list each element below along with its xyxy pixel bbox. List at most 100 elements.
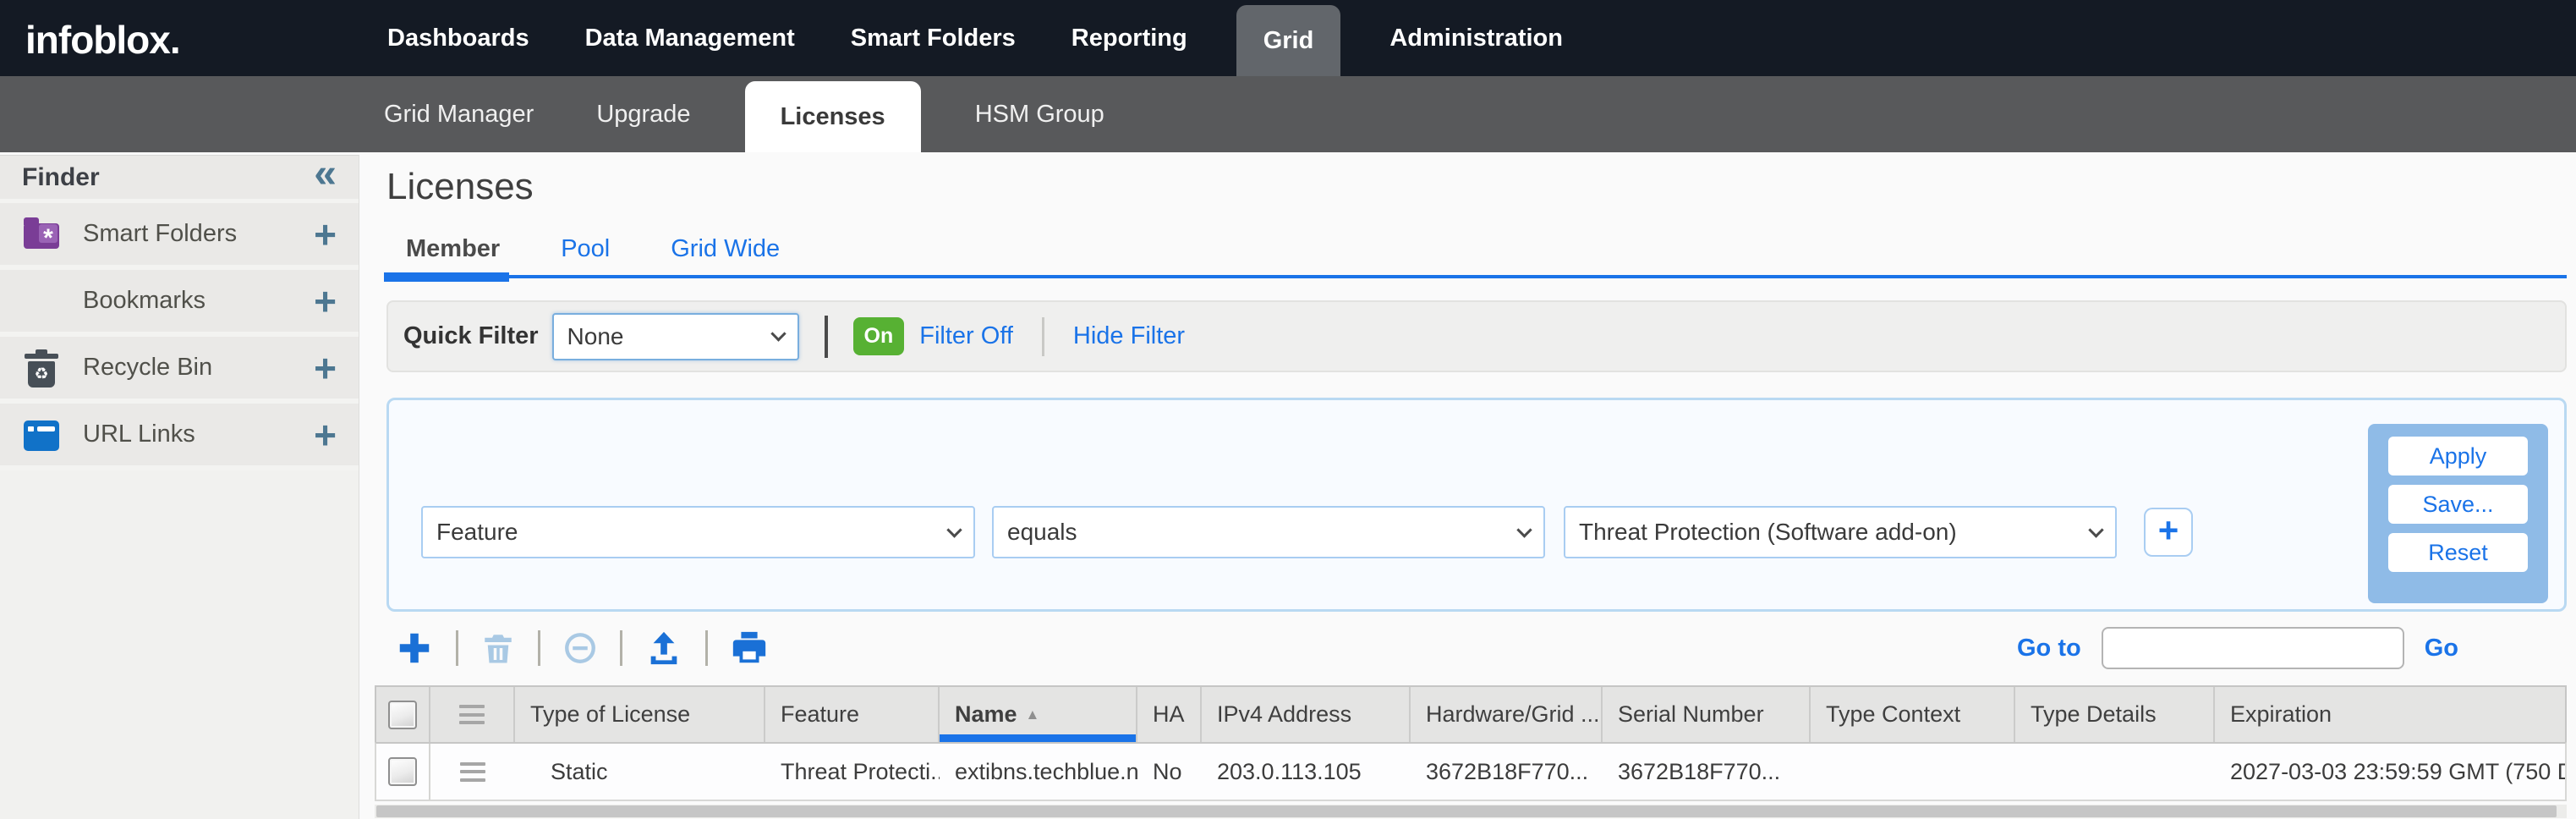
- main-content: Licenses + Member Pool Grid Wide Quick F…: [359, 152, 2576, 819]
- url-links-icon: [22, 415, 61, 454]
- cell-hardware-grid: 3672B18F770...: [1411, 744, 1603, 800]
- app-window: infoblox. Dashboards Data Management Sma…: [0, 0, 2576, 819]
- chevron-down-icon: [1516, 522, 1532, 537]
- table-menu-icon[interactable]: [459, 705, 485, 724]
- add-bookmark-button[interactable]: +: [314, 284, 337, 318]
- sidebar-item-recycle-bin[interactable]: ♻ Recycle Bin +: [0, 337, 359, 404]
- table-row[interactable]: Static Threat Protecti... extibns.techbl…: [375, 742, 2567, 801]
- tab-member[interactable]: Member: [406, 235, 500, 263]
- column-header-ha[interactable]: HA: [1137, 687, 1202, 742]
- column-header-type-of-license[interactable]: Type of License: [515, 687, 765, 742]
- column-header-name[interactable]: Name ▲: [940, 687, 1137, 742]
- smart-folders-icon: *: [22, 215, 61, 254]
- tab-grid-wide[interactable]: Grid Wide: [671, 235, 780, 263]
- quick-filter-label: Quick Filter: [403, 322, 539, 350]
- column-header-type-details[interactable]: Type Details: [2015, 687, 2215, 742]
- sidebar-item-url-links[interactable]: URL Links +: [0, 404, 359, 470]
- horizontal-scrollbar-thumb[interactable]: [376, 805, 2557, 817]
- cell-feature: Threat Protecti...: [765, 744, 940, 800]
- divider: [620, 630, 622, 666]
- finder-title: Finder: [22, 163, 100, 192]
- list-toolbar: [395, 626, 769, 670]
- sub-nav-upgrade[interactable]: Upgrade: [596, 101, 690, 129]
- row-checkbox[interactable]: [388, 757, 417, 786]
- tab-pool[interactable]: Pool: [561, 235, 610, 263]
- column-header-name-label: Name: [955, 701, 1017, 728]
- top-nav-reporting[interactable]: Reporting: [1072, 0, 1187, 76]
- add-url-link-button[interactable]: +: [314, 418, 337, 452]
- collapse-sidebar-icon[interactable]: «: [314, 157, 337, 191]
- sub-nav-items: Grid Manager Upgrade Licenses HSM Group: [384, 76, 1104, 152]
- save-button[interactable]: Save...: [2388, 485, 2528, 524]
- sub-nav-bar: Grid Manager Upgrade Licenses HSM Group: [0, 76, 2576, 152]
- filter-field-select[interactable]: Feature: [421, 506, 975, 558]
- disable-icon[interactable]: [562, 630, 598, 666]
- row-menu-cell: [430, 744, 515, 800]
- filter-operator-select[interactable]: equals: [992, 506, 1545, 558]
- quick-filter-select[interactable]: None: [552, 313, 799, 360]
- divider: [456, 630, 458, 666]
- sidebar-item-smart-folders[interactable]: * Smart Folders +: [0, 203, 359, 270]
- goto-input[interactable]: [2102, 627, 2404, 669]
- sub-nav-licenses[interactable]: Licenses: [745, 81, 921, 152]
- go-button[interactable]: Go: [2425, 635, 2458, 662]
- column-header-type-context[interactable]: Type Context: [1811, 687, 2015, 742]
- licenses-table: Type of License Feature Name ▲ HA IPv4 A…: [375, 685, 2567, 801]
- sub-nav-grid-manager[interactable]: Grid Manager: [384, 101, 534, 129]
- table-header-row: Type of License Feature Name ▲ HA IPv4 A…: [375, 685, 2567, 742]
- select-all-checkbox[interactable]: [388, 701, 417, 729]
- column-header-ipv4-address[interactable]: IPv4 Address: [1202, 687, 1411, 742]
- finder-header: Finder «: [0, 156, 359, 203]
- top-nav-bar: infoblox. Dashboards Data Management Sma…: [0, 0, 2576, 76]
- delete-icon[interactable]: [480, 630, 516, 666]
- cell-ipv4-address: 203.0.113.105: [1202, 744, 1411, 800]
- column-header-feature[interactable]: Feature: [765, 687, 940, 742]
- active-tab-indicator: [384, 272, 509, 282]
- filter-on-toggle[interactable]: On: [853, 317, 905, 355]
- column-header-hardware-grid[interactable]: Hardware/Grid ...: [1411, 687, 1603, 742]
- filter-off-link[interactable]: Filter Off: [919, 322, 1013, 350]
- hide-filter-link[interactable]: Hide Filter: [1073, 322, 1185, 350]
- cell-serial-number: 3672B18F770...: [1603, 744, 1811, 800]
- print-icon[interactable]: [730, 629, 769, 668]
- filter-builder-panel: Feature equals Threat Protection (Softwa…: [386, 398, 2567, 612]
- horizontal-scrollbar-track[interactable]: [375, 805, 2567, 818]
- sort-ascending-icon: ▲: [1026, 706, 1040, 723]
- add-recycle-bin-button[interactable]: +: [314, 351, 337, 385]
- quick-filter-bar: Quick Filter None On Filter Off Hide Fil…: [386, 300, 2567, 372]
- top-nav-smart-folders[interactable]: Smart Folders: [851, 0, 1016, 76]
- cell-ha: No: [1137, 744, 1202, 800]
- sidebar-item-label: Smart Folders: [83, 220, 314, 248]
- filter-value-select[interactable]: Threat Protection (Software add-on): [1564, 506, 2117, 558]
- top-nav-administration[interactable]: Administration: [1389, 0, 1563, 76]
- column-header-expiration[interactable]: Expiration: [2215, 687, 2565, 742]
- divider: [705, 630, 708, 666]
- row-menu-icon[interactable]: [460, 762, 485, 782]
- column-header-serial-number[interactable]: Serial Number: [1603, 687, 1811, 742]
- reset-button[interactable]: Reset: [2388, 533, 2528, 572]
- top-nav-dashboards[interactable]: Dashboards: [387, 0, 529, 76]
- filter-value-value: Threat Protection (Software add-on): [1579, 519, 1957, 546]
- add-license-icon[interactable]: [395, 629, 434, 668]
- chevron-down-icon: [2088, 522, 2103, 537]
- goto-cluster: Go to Go: [2017, 626, 2458, 670]
- view-tabs: Member Pool Grid Wide: [406, 235, 780, 263]
- cell-expiration: 2027-03-03 23:59:59 GMT (750 D: [2215, 744, 2565, 800]
- divider: [825, 316, 828, 358]
- infoblox-logo: infoblox.: [25, 17, 180, 63]
- tab-underline: [384, 275, 2567, 278]
- top-nav-data-management[interactable]: Data Management: [585, 0, 795, 76]
- sub-nav-hsm-group[interactable]: HSM Group: [975, 101, 1104, 129]
- add-filter-condition-button[interactable]: +: [2144, 508, 2193, 557]
- chevron-down-icon: [946, 522, 962, 537]
- row-select-cell: [376, 744, 430, 800]
- recycle-bin-icon: ♻: [22, 349, 61, 388]
- apply-button[interactable]: Apply: [2388, 437, 2528, 475]
- column-menu-cell: [430, 687, 515, 742]
- add-smart-folder-button[interactable]: +: [314, 217, 337, 251]
- upload-icon[interactable]: [644, 629, 683, 668]
- cell-name: extibns.techblue.n: [940, 744, 1137, 800]
- top-nav-grid[interactable]: Grid: [1236, 5, 1341, 76]
- sidebar-item-bookmarks[interactable]: Bookmarks +: [0, 270, 359, 337]
- chevron-down-icon: [770, 326, 786, 341]
